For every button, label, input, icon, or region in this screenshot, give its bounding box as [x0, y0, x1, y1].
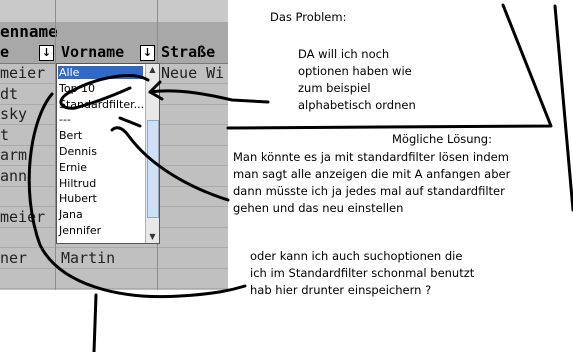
problem-line: optionen haben wie	[298, 64, 412, 78]
problem-line: zum beispiel	[298, 81, 371, 95]
problem-line: alphabetisch ordnen	[298, 98, 416, 112]
question-text: oder kann ich auch suchoptionen die ich …	[250, 248, 474, 299]
solution-text: Man könnte es ja mit standardfilter löse…	[233, 149, 510, 217]
solution-line: gehen und das neu einstellen	[233, 201, 404, 215]
question-line: ich im Standardfilter schonmal benutzt	[250, 266, 475, 280]
problem-text: DA will ich noch optionen haben wie zum …	[298, 46, 416, 114]
solution-line: man sagt alle anzeigen die mit A anfange…	[233, 167, 511, 181]
problem-line: DA will ich noch	[298, 47, 390, 61]
divider-line	[553, 4, 573, 212]
question-line: oder kann ich auch suchoptionen die	[250, 249, 463, 263]
problem-title: Das Problem:	[270, 10, 347, 24]
question-line: hab hier drunter einspeichern ?	[250, 283, 432, 297]
solution-line: Man könnte es ja mit standardfilter löse…	[233, 150, 509, 164]
solution-line: dann müsste ich ja jedes mal auf standar…	[233, 184, 505, 198]
solution-title: Mögliche Lösung:	[392, 132, 492, 146]
